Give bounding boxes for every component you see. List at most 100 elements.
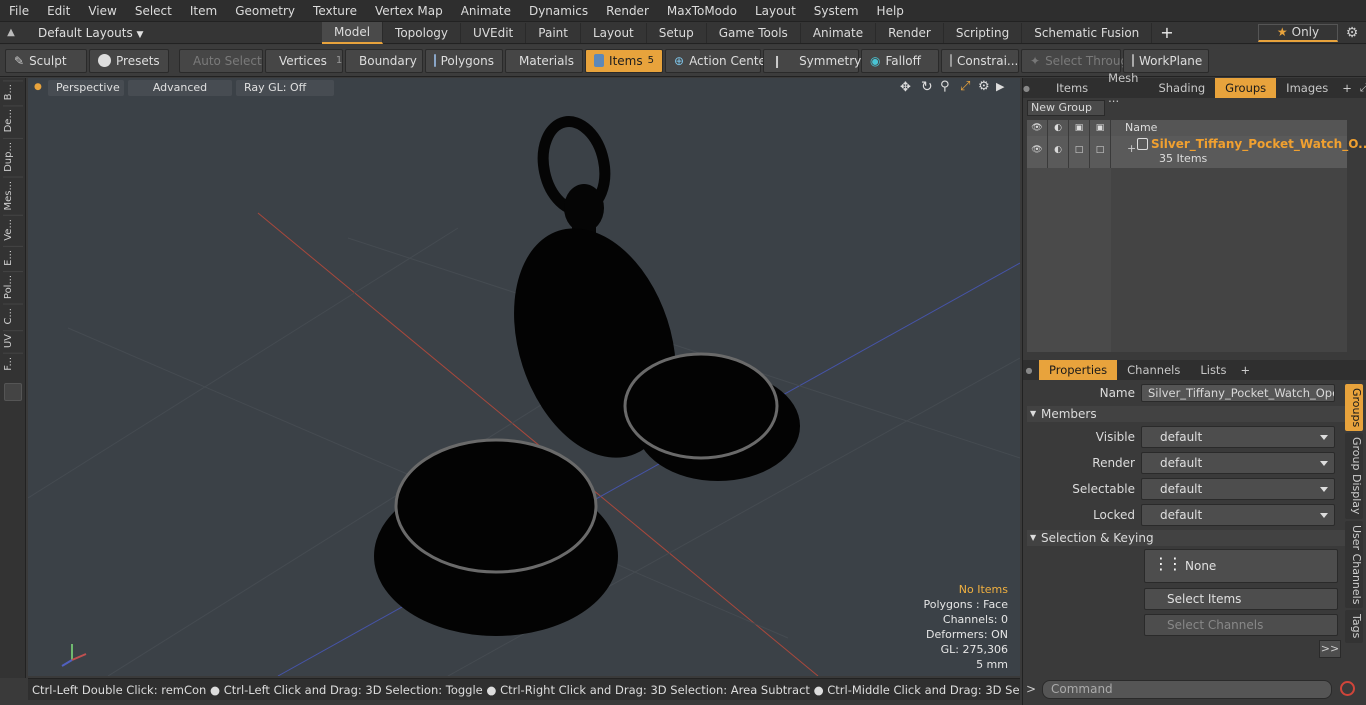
left-tab-mesh-edit[interactable]: Mes... <box>3 176 23 214</box>
locked-dropdown[interactable]: default <box>1141 504 1335 526</box>
left-tab-extra-button[interactable] <box>4 383 22 402</box>
tab-lists[interactable]: Lists <box>1190 360 1236 380</box>
tab-topology[interactable]: Topology <box>383 22 462 43</box>
advanced-button[interactable]: Advanced <box>128 80 232 96</box>
tab-schematic-fusion[interactable]: Schematic Fusion <box>1022 22 1153 43</box>
left-tab-polygon[interactable]: Pol... <box>3 270 23 302</box>
tab-uvedit[interactable]: UVEdit <box>461 22 527 43</box>
select-items-button[interactable]: Select Items <box>1144 588 1338 610</box>
menu-texture[interactable]: Texture <box>304 0 366 22</box>
menu-view[interactable]: View <box>79 0 125 22</box>
tab-images[interactable]: Images <box>1276 78 1338 98</box>
3d-viewport[interactable]: ● Perspective Advanced Ray GL: Off ✥ ↻ ⚲… <box>28 78 1020 676</box>
lock-column-cube-icon[interactable]: ▣ <box>1090 120 1111 136</box>
group-select-checkbox[interactable]: □ <box>1069 136 1090 168</box>
left-tab-curve[interactable]: C... <box>3 303 23 328</box>
gear-icon[interactable]: ⚙ <box>1338 25 1366 41</box>
more-button[interactable]: >> <box>1319 640 1341 658</box>
left-tab-uv[interactable]: UV <box>3 329 23 351</box>
tab-items[interactable]: Items <box>1046 78 1098 98</box>
auto-select-button[interactable]: Auto Select <box>179 48 263 73</box>
vertices-button[interactable]: Vertices 1 <box>265 48 343 73</box>
tab-scripting[interactable]: Scripting <box>944 22 1023 43</box>
action-center-button[interactable]: ⊕ Action Center <box>665 48 771 73</box>
name-column-header[interactable]: Name <box>1111 120 1157 136</box>
layout-selector[interactable]: Default Layouts ▼ <box>22 26 322 40</box>
group-lock-checkbox[interactable]: □ <box>1090 136 1111 168</box>
left-tab-basic[interactable]: B... <box>3 80 23 104</box>
vtab-tags[interactable]: Tags <box>1345 610 1363 643</box>
left-tab-vertex[interactable]: Ve... <box>3 215 23 245</box>
menu-edit[interactable]: Edit <box>38 0 79 22</box>
left-tab-edge[interactable]: E... <box>3 246 23 269</box>
raygl-button[interactable]: Ray GL: Off <box>236 80 334 96</box>
menu-animate[interactable]: Animate <box>452 0 520 22</box>
tab-setup[interactable]: Setup <box>647 22 707 43</box>
vtab-user-channels[interactable]: User Channels <box>1345 520 1363 609</box>
select-channels-button[interactable]: Select Channels <box>1144 614 1338 636</box>
record-icon[interactable] <box>1340 681 1355 696</box>
menu-item[interactable]: Item <box>181 0 226 22</box>
visible-dropdown[interactable]: default <box>1141 426 1335 448</box>
collapse-arrow-icon[interactable]: ▲ <box>0 27 22 38</box>
menu-layout[interactable]: Layout <box>746 0 805 22</box>
visibility-column-eye-icon[interactable]: 👁 <box>1027 120 1048 136</box>
selectable-dropdown[interactable]: default <box>1141 478 1335 500</box>
render-column-icon[interactable]: ◐ <box>1048 120 1069 136</box>
tab-properties[interactable]: Properties <box>1039 360 1118 380</box>
add-panel-tab-icon[interactable]: + <box>1338 81 1356 95</box>
sculpt-button[interactable]: ✎ Sculpt <box>5 48 87 73</box>
none-button[interactable]: ⋮⋮ None <box>1144 549 1338 583</box>
fit-view-icon[interactable]: ⤢ <box>960 79 970 94</box>
menu-dynamics[interactable]: Dynamics <box>520 0 597 22</box>
menu-render[interactable]: Render <box>597 0 658 22</box>
polygons-button[interactable]: Polygons <box>425 48 503 73</box>
tab-channels[interactable]: Channels <box>1117 360 1190 380</box>
tab-paint[interactable]: Paint <box>526 22 581 43</box>
name-input[interactable]: Silver_Tiffany_Pocket_Watch_Open ( <box>1141 384 1335 402</box>
menu-select[interactable]: Select <box>126 0 181 22</box>
group-visible-eye-icon[interactable]: 👁 <box>1027 136 1048 168</box>
menu-file[interactable]: File <box>0 0 38 22</box>
expand-plus-icon[interactable]: + <box>1127 142 1136 155</box>
presets-button[interactable]: Presets <box>89 48 169 73</box>
viewport-expand-icon[interactable]: ▶ <box>996 80 1004 93</box>
tab-render[interactable]: Render <box>876 22 944 43</box>
materials-button[interactable]: Materials <box>505 48 583 73</box>
tab-groups[interactable]: Groups <box>1215 78 1277 98</box>
panel-expand-icon[interactable]: ⤢ <box>1356 81 1366 95</box>
symmetry-button[interactable]: ❙ Symmetry <box>763 48 861 73</box>
left-tab-fusion[interactable]: F... <box>3 352 23 374</box>
select-column-cube-icon[interactable]: ▣ <box>1069 120 1090 136</box>
move-view-icon[interactable]: ✥ <box>900 80 911 95</box>
tab-layout[interactable]: Layout <box>581 22 647 43</box>
zoom-view-icon[interactable]: ⚲ <box>940 79 950 94</box>
left-tab-deform[interactable]: De... <box>3 105 23 136</box>
items-button[interactable]: Items 5 <box>585 48 663 73</box>
command-input[interactable]: Command <box>1042 680 1332 699</box>
group-render-icon[interactable]: ◐ <box>1048 136 1069 168</box>
menu-system[interactable]: System <box>805 0 868 22</box>
tab-animate[interactable]: Animate <box>801 22 877 43</box>
vtab-groups[interactable]: Groups <box>1345 384 1363 432</box>
constraints-button[interactable]: Constrai... <box>941 48 1019 73</box>
menu-maxtomodo[interactable]: MaxToModo <box>658 0 746 22</box>
tab-shading[interactable]: Shading <box>1148 78 1215 98</box>
tab-game-tools[interactable]: Game Tools <box>707 22 801 43</box>
only-toggle[interactable]: ★ Only <box>1258 23 1338 42</box>
tab-model[interactable]: Model <box>322 21 384 44</box>
add-tab-icon[interactable]: + <box>1152 23 1181 42</box>
menu-help[interactable]: Help <box>868 0 913 22</box>
boundary-button[interactable]: Boundary <box>345 48 423 73</box>
vtab-group-display[interactable]: Group Display <box>1345 433 1363 519</box>
render-dropdown[interactable]: default <box>1141 452 1335 474</box>
add-properties-tab-icon[interactable]: + <box>1236 363 1254 377</box>
tab-mesh[interactable]: Mesh ... <box>1098 68 1148 108</box>
menu-vertex-map[interactable]: Vertex Map <box>366 0 452 22</box>
new-group-button[interactable]: New Group <box>1027 100 1105 116</box>
menu-geometry[interactable]: Geometry <box>226 0 304 22</box>
group-row[interactable]: 👁 ◐ □ □ + Silver_Tiffany_Pocket_Watch_O.… <box>1027 136 1366 168</box>
falloff-button[interactable]: ◉ Falloff <box>861 48 939 73</box>
viewport-settings-icon[interactable]: ⚙ <box>978 79 990 94</box>
perspective-button[interactable]: Perspective <box>48 80 124 96</box>
